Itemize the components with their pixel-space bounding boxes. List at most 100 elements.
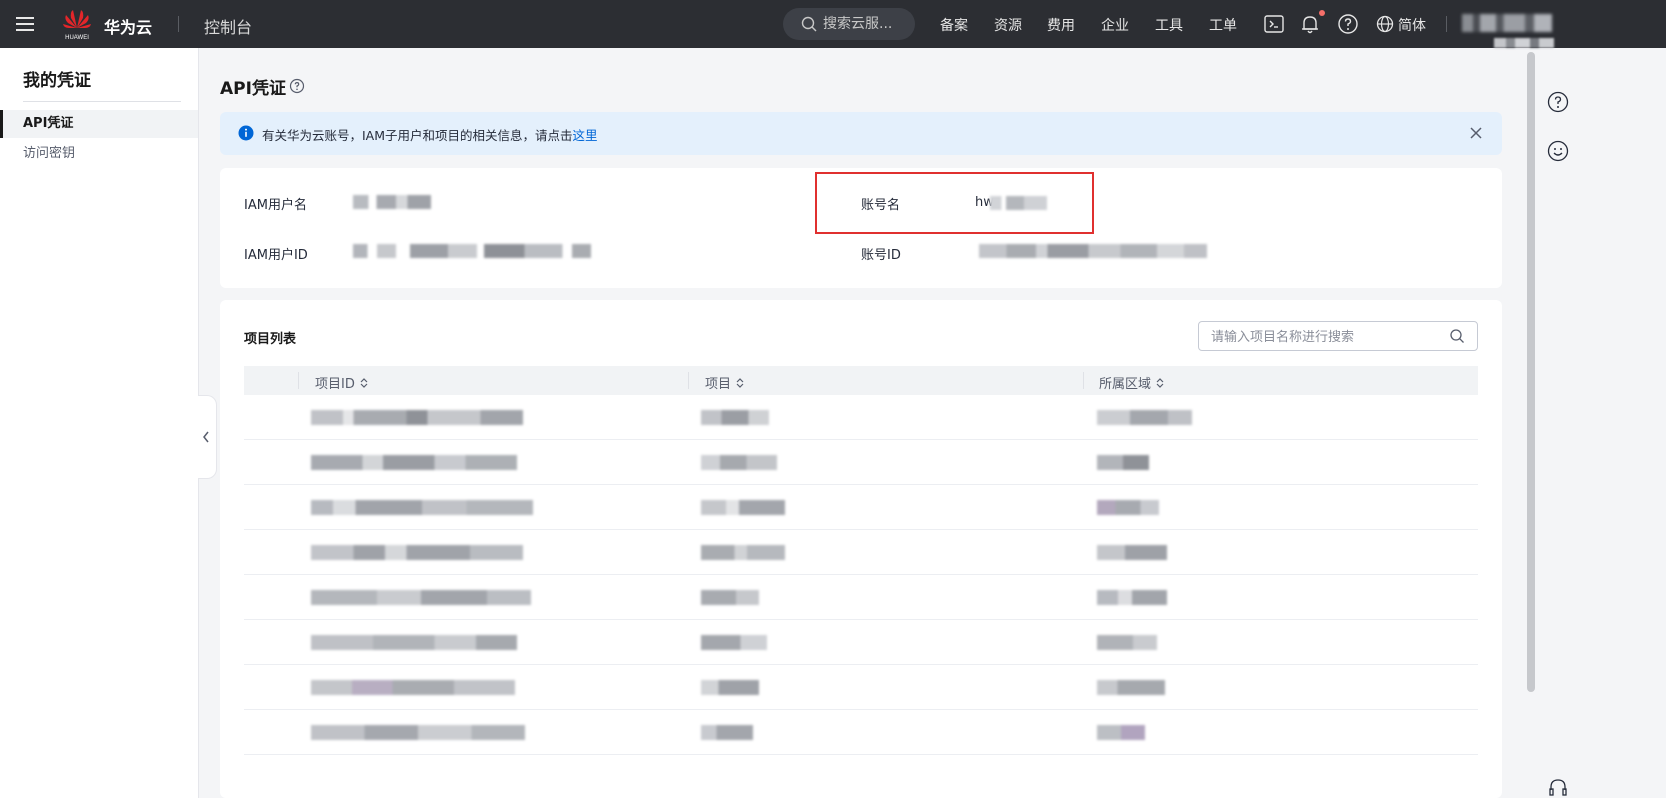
highlight-box — [815, 172, 1094, 234]
account-name-label: 账号名 — [861, 198, 901, 213]
region-cell — [1097, 455, 1149, 470]
alert-message: 有关华为云账号，IAM子用户和项目的相关信息，请点击这里 — [262, 125, 598, 144]
project-name-cell — [701, 635, 767, 650]
sidebar-collapse-toggle[interactable] — [198, 395, 217, 479]
notification-dot — [1319, 10, 1325, 16]
project-id-cell — [311, 500, 533, 515]
huawei-logo-text: HUAWEI — [65, 35, 89, 41]
sidebar-item-label: API凭证 — [23, 116, 74, 131]
info-alert: 有关华为云账号，IAM子用户和项目的相关信息，请点击这里 — [220, 112, 1502, 155]
huawei-logo[interactable]: HUAWEI — [60, 6, 94, 42]
table-row[interactable] — [244, 665, 1478, 710]
terminal-icon[interactable] — [1262, 12, 1286, 36]
sidebar-title: 我的凭证 — [23, 71, 91, 91]
nav-billing[interactable]: 费用 — [1047, 15, 1075, 35]
console-title[interactable]: 控制台 — [204, 14, 252, 38]
project-id-cell — [311, 590, 531, 605]
divider — [178, 16, 179, 32]
iam-user-id-label: IAM用户ID — [244, 248, 308, 263]
bell-icon[interactable] — [1298, 12, 1322, 36]
column-header-project[interactable]: 项目 — [705, 373, 745, 392]
nav-tickets[interactable]: 工单 — [1209, 15, 1237, 35]
project-list-title: 项目列表 — [244, 332, 297, 347]
table-row[interactable] — [244, 620, 1478, 665]
table-header: 项目ID 项目 所属区域 — [244, 366, 1478, 395]
region-cell — [1097, 500, 1159, 515]
region-cell — [1097, 590, 1167, 605]
table-row[interactable] — [244, 485, 1478, 530]
project-id-cell — [311, 680, 515, 695]
table-row[interactable] — [244, 530, 1478, 575]
project-name-cell — [701, 410, 769, 425]
global-search-placeholder: 搜索云服... — [823, 16, 893, 32]
iam-user-id-value — [353, 244, 591, 258]
headset-icon[interactable] — [1547, 776, 1569, 798]
nav-tools[interactable]: 工具 — [1155, 15, 1183, 35]
user-account-menu-tail — [1494, 38, 1554, 48]
sidebar-item-access-keys[interactable]: 访问密钥 — [0, 140, 198, 168]
project-name-cell — [701, 545, 785, 560]
iam-username-label: IAM用户名 — [244, 198, 307, 213]
search-icon[interactable] — [1449, 328, 1465, 344]
page-title: API凭证 — [220, 79, 286, 99]
project-name-cell — [701, 590, 759, 605]
region-cell — [1097, 725, 1145, 740]
top-navbar: HUAWEI 华为云 控制台 搜索云服... 备案 资源 费用 企业 工具 工单 — [0, 0, 1666, 48]
help-icon[interactable] — [1336, 12, 1360, 36]
table-row[interactable] — [244, 575, 1478, 620]
sidebar: 我的凭证 API凭证 访问密钥 — [0, 48, 199, 798]
nav-beian[interactable]: 备案 — [940, 15, 968, 35]
region-cell — [1097, 680, 1165, 695]
smile-icon[interactable] — [1547, 140, 1569, 162]
region-cell — [1097, 545, 1167, 560]
project-id-cell — [311, 545, 523, 560]
column-header-label: 所属区域 — [1099, 377, 1152, 392]
column-header-project-id[interactable]: 项目ID — [315, 373, 369, 392]
help-icon[interactable] — [1547, 91, 1569, 113]
language-label: 简体 — [1398, 18, 1426, 34]
help-icon[interactable] — [289, 78, 305, 94]
column-header-label: 项目 — [705, 377, 732, 392]
brand-name[interactable]: 华为云 — [104, 14, 152, 38]
divider — [1446, 16, 1447, 32]
table-row[interactable] — [244, 440, 1478, 485]
menu-icon[interactable] — [16, 14, 34, 34]
table-row[interactable] — [244, 395, 1478, 440]
alert-link[interactable]: 这里 — [573, 128, 598, 143]
column-header-region[interactable]: 所属区域 — [1099, 373, 1165, 392]
column-divider — [298, 372, 299, 389]
globe-icon — [1376, 15, 1394, 33]
project-id-cell — [311, 455, 517, 470]
project-search-input[interactable] — [1209, 326, 1443, 348]
region-cell — [1097, 410, 1192, 425]
project-search — [1198, 321, 1478, 351]
iam-username-value — [353, 195, 431, 209]
nav-enterprise[interactable]: 企业 — [1101, 15, 1129, 35]
project-name-cell — [701, 725, 753, 740]
info-icon — [238, 125, 254, 141]
sort-icon[interactable] — [735, 377, 745, 389]
sidebar-item-label: 访问密钥 — [23, 146, 76, 161]
close-icon[interactable] — [1468, 125, 1484, 141]
region-cell — [1097, 635, 1157, 650]
sort-icon[interactable] — [359, 377, 369, 389]
sidebar-item-api-credentials[interactable]: API凭证 — [0, 110, 198, 138]
project-name-cell — [701, 680, 759, 695]
project-id-cell — [311, 635, 517, 650]
search-icon — [801, 16, 817, 32]
account-id-label: 账号ID — [861, 248, 901, 263]
user-account-menu[interactable] — [1462, 14, 1552, 32]
account-id-value — [979, 244, 1207, 258]
column-divider — [688, 372, 689, 389]
table-row[interactable] — [244, 710, 1478, 755]
divider — [23, 101, 181, 102]
project-id-cell — [311, 725, 525, 740]
project-name-cell — [701, 455, 777, 470]
nav-resources[interactable]: 资源 — [994, 15, 1022, 35]
scrollbar[interactable] — [1527, 52, 1535, 692]
alert-text: 有关华为云账号，IAM子用户和项目的相关信息，请点击 — [262, 128, 573, 143]
global-search[interactable]: 搜索云服... — [783, 8, 915, 40]
project-name-cell — [701, 500, 785, 515]
sort-icon[interactable] — [1155, 377, 1165, 389]
column-divider — [1083, 372, 1084, 389]
